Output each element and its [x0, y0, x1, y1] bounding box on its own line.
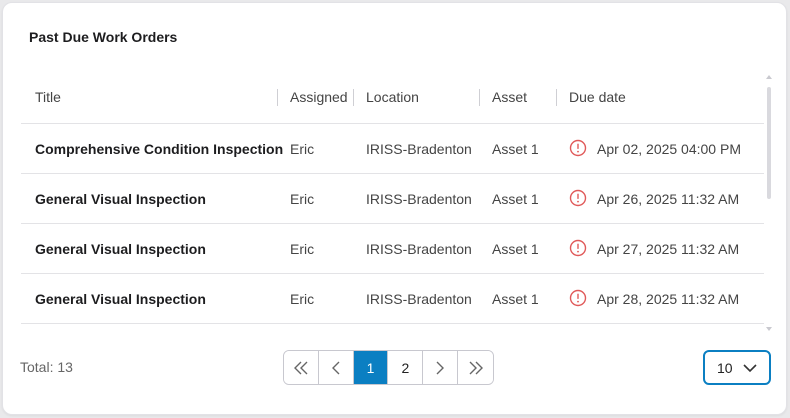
double-chevron-left-icon [293, 361, 308, 374]
page-2-button[interactable]: 2 [388, 351, 424, 384]
last-page-button[interactable] [458, 351, 493, 384]
alert-circle-icon [569, 189, 587, 207]
pagination: 1 2 [283, 350, 494, 385]
chevron-left-icon [331, 361, 340, 374]
table-header: Title Assigned Location Asset Due date [21, 71, 764, 124]
scrollbar-thumb[interactable] [767, 87, 771, 199]
due-date-cell: Apr 26, 2025 11:32 AM [597, 191, 740, 207]
table-row[interactable]: General Visual Inspection Eric IRISS-Bra… [21, 274, 764, 324]
scroll-up-arrow-icon[interactable] [766, 75, 772, 79]
location-cell: IRISS-Bradenton [366, 241, 472, 257]
asset-cell: Asset 1 [492, 191, 539, 207]
first-page-button[interactable] [284, 351, 319, 384]
column-header-assigned[interactable]: Assigned [290, 89, 348, 105]
asset-cell: Asset 1 [492, 291, 539, 307]
alert-circle-icon [569, 289, 587, 307]
work-orders-table: Title Assigned Location Asset Due date C… [21, 71, 764, 324]
work-order-title[interactable]: Comprehensive Condition Inspection [35, 141, 283, 157]
work-order-title[interactable]: General Visual Inspection [35, 191, 206, 207]
chevron-right-icon [436, 361, 445, 374]
page-size-value: 10 [717, 360, 733, 376]
column-header-due-date[interactable]: Due date [569, 89, 626, 105]
chevron-down-icon [743, 364, 757, 373]
column-resize-handle[interactable] [556, 89, 557, 106]
alert-circle-icon [569, 139, 587, 157]
table-row[interactable]: Comprehensive Condition Inspection Eric … [21, 124, 764, 174]
asset-cell: Asset 1 [492, 241, 539, 257]
assigned-cell: Eric [290, 241, 315, 257]
work-order-title[interactable]: General Visual Inspection [35, 291, 206, 307]
alert-circle-icon [569, 239, 587, 257]
assigned-cell: Eric [290, 141, 315, 157]
column-header-asset[interactable]: Asset [492, 89, 527, 105]
double-chevron-right-icon [469, 361, 483, 374]
assigned-cell: Eric [290, 291, 315, 307]
page-size-select[interactable]: 10 [703, 350, 771, 385]
location-cell: IRISS-Bradenton [366, 191, 472, 207]
previous-page-button[interactable] [318, 351, 354, 384]
next-page-button[interactable] [423, 351, 459, 384]
asset-cell: Asset 1 [492, 141, 539, 157]
due-date-cell: Apr 28, 2025 11:32 AM [597, 291, 740, 307]
location-cell: IRISS-Bradenton [366, 141, 472, 157]
location-cell: IRISS-Bradenton [366, 291, 472, 307]
table-scrollbar[interactable] [766, 75, 772, 331]
due-date-cell: Apr 02, 2025 04:00 PM [597, 141, 741, 157]
column-resize-handle[interactable] [479, 89, 480, 106]
column-resize-handle[interactable] [353, 89, 354, 106]
work-order-title[interactable]: General Visual Inspection [35, 241, 206, 257]
column-header-location[interactable]: Location [366, 89, 419, 105]
card-title: Past Due Work Orders [29, 29, 178, 45]
scroll-down-arrow-icon[interactable] [766, 327, 772, 331]
column-resize-handle[interactable] [277, 89, 278, 106]
total-count: Total: 13 [20, 359, 73, 375]
table-row[interactable]: General Visual Inspection Eric IRISS-Bra… [21, 174, 764, 224]
due-date-cell: Apr 27, 2025 11:32 AM [597, 241, 740, 257]
assigned-cell: Eric [290, 191, 315, 207]
table-row[interactable]: General Visual Inspection Eric IRISS-Bra… [21, 224, 764, 274]
page-1-button[interactable]: 1 [353, 351, 389, 384]
column-header-title[interactable]: Title [35, 89, 61, 105]
